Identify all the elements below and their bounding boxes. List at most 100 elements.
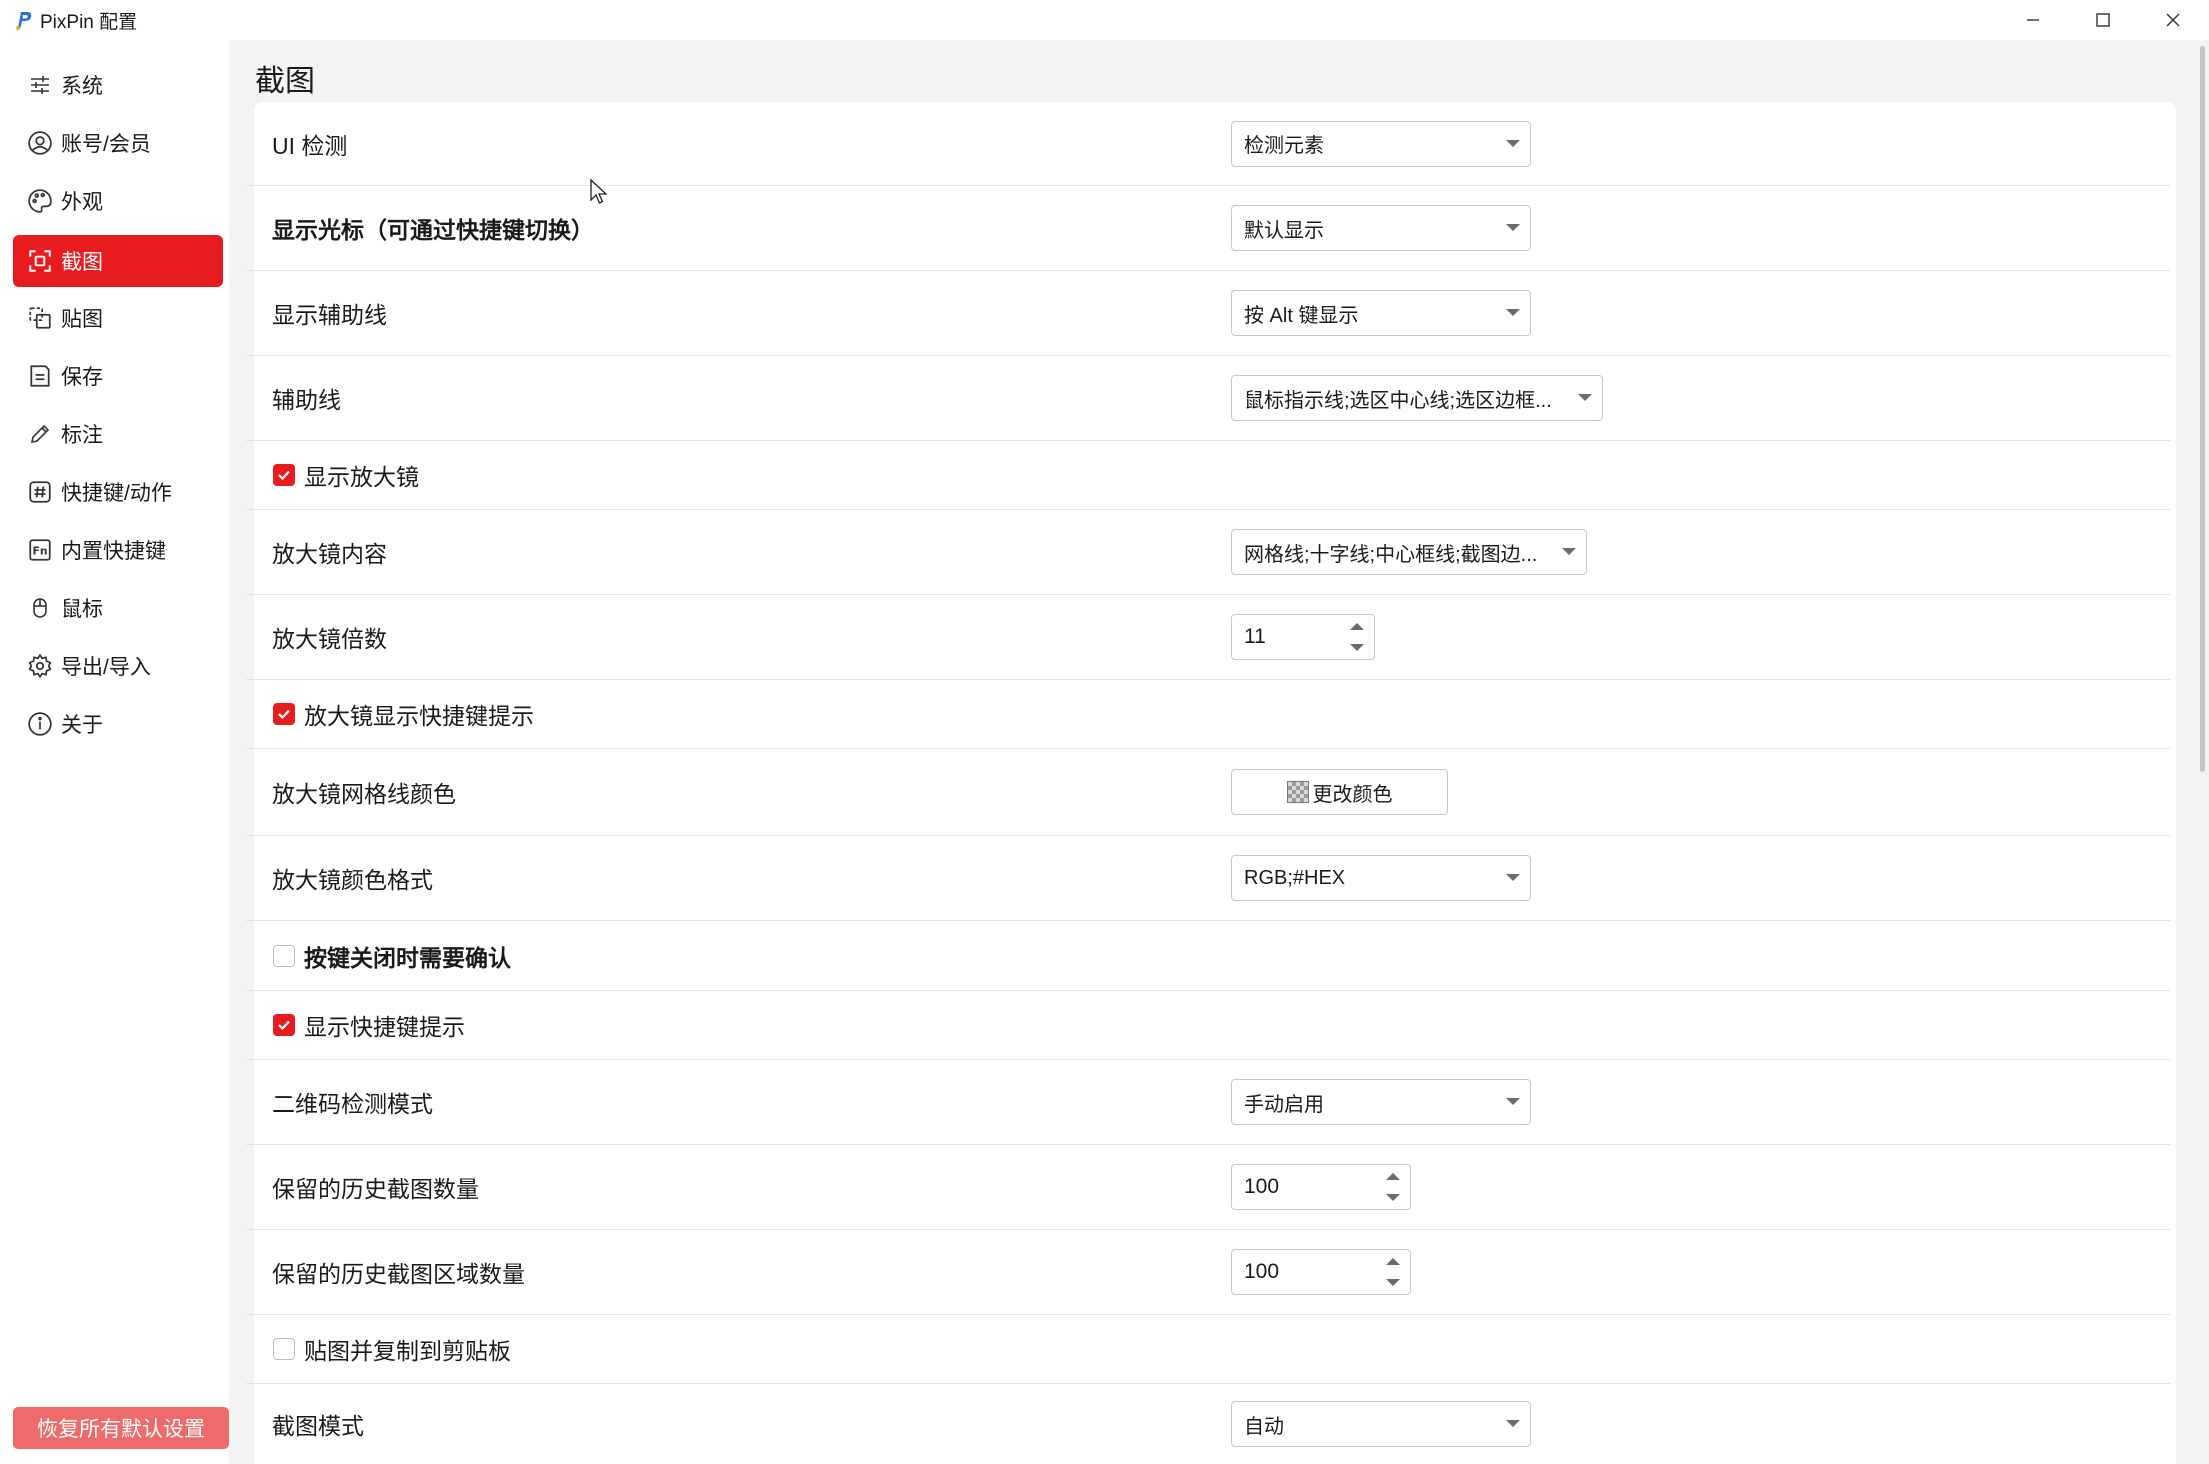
- magnifier-content-select[interactable]: 网格线;十字线;中心框线;截图边...: [1231, 529, 1587, 575]
- arrow-down-icon[interactable]: [1350, 644, 1364, 651]
- setting-row-magnifier-color-format: 放大镜颜色格式 RGB;#HEX: [246, 836, 2170, 921]
- setting-label: 贴图并复制到剪贴板: [304, 1338, 511, 1364]
- setting-row-history-region-count: 保留的历史截图区域数量 100: [246, 1230, 2170, 1315]
- chevron-down-icon: [1506, 1098, 1520, 1105]
- arrow-down-icon[interactable]: [1386, 1194, 1400, 1201]
- select-value: 检测元素: [1244, 135, 1324, 157]
- setting-label: 显示放大镜: [304, 464, 419, 490]
- sidebar-item-label: 内置快捷键: [61, 540, 166, 563]
- close-icon: [2166, 13, 2180, 27]
- scrollbar[interactable]: [2200, 46, 2205, 772]
- setting-label: 放大镜倍数: [272, 626, 387, 652]
- sidebar-item-label: 导出/导入: [61, 656, 151, 679]
- qr-detect-mode-select[interactable]: 手动启用: [1231, 1079, 1531, 1125]
- arrow-up-icon[interactable]: [1386, 1173, 1400, 1180]
- setting-label: 放大镜颜色格式: [272, 867, 433, 893]
- magnifier-color-format-select[interactable]: RGB;#HEX: [1231, 855, 1531, 901]
- hash-icon: [25, 477, 55, 507]
- save-icon: [25, 361, 55, 391]
- sidebar-item-screenshot[interactable]: 截图: [13, 235, 223, 287]
- guides-select[interactable]: 鼠标指示线;选区中心线;选区边框...: [1231, 375, 1603, 421]
- sidebar-item-save[interactable]: 保存: [13, 350, 223, 402]
- button-label: 更改颜色: [1312, 783, 1393, 806]
- sidebar-item-label: 贴图: [61, 308, 103, 331]
- arrow-up-icon[interactable]: [1350, 623, 1364, 630]
- pin-icon: [25, 303, 55, 333]
- setting-row-magnifier-zoom: 放大镜倍数 11: [246, 595, 2170, 680]
- setting-row-capture-mode: 截图模式 自动: [246, 1384, 2170, 1464]
- sidebar-item-label: 系统: [61, 75, 103, 98]
- gear-icon: [25, 651, 55, 681]
- sidebar-item-label: 保存: [61, 366, 103, 389]
- setting-label: 显示光标（可通过快捷键切换）: [272, 217, 594, 243]
- sidebar-item-export-import[interactable]: 导出/导入: [13, 640, 223, 692]
- magnifier-hotkey-hint-checkbox[interactable]: [273, 703, 295, 725]
- show-cursor-select[interactable]: 默认显示: [1231, 205, 1531, 251]
- pixpin-logo-icon: [16, 12, 32, 30]
- pin-copy-clipboard-checkbox[interactable]: [273, 1338, 295, 1360]
- arrow-up-icon[interactable]: [1386, 1258, 1400, 1265]
- history-region-count-spinbox[interactable]: 100: [1231, 1249, 1411, 1295]
- setting-label: 放大镜内容: [272, 541, 387, 567]
- minimize-button[interactable]: [1998, 0, 2068, 40]
- select-value: 手动启用: [1244, 1093, 1324, 1116]
- window-title: PixPin 配置: [40, 12, 138, 33]
- setting-row-show-hotkey-hint: 显示快捷键提示: [246, 991, 2170, 1060]
- chevron-down-icon: [1506, 874, 1520, 881]
- pen-icon: [25, 419, 55, 449]
- fn-key-icon: Fn: [25, 535, 55, 565]
- user-circle-icon: [25, 128, 55, 158]
- checkmark-icon: [278, 709, 290, 720]
- sidebar-item-label: 标注: [61, 424, 103, 447]
- sidebar-item-mouse[interactable]: 鼠标: [13, 582, 223, 634]
- mouse-icon: [25, 593, 55, 623]
- sidebar-item-label: 鼠标: [61, 598, 103, 621]
- sidebar-item-annotation[interactable]: 标注: [13, 408, 223, 460]
- chevron-down-icon: [1506, 224, 1520, 231]
- ui-detect-select[interactable]: 检测元素: [1231, 120, 1531, 167]
- sidebar-item-label: 外观: [61, 191, 103, 214]
- sidebar-item-hotkeys[interactable]: 快捷键/动作: [13, 466, 223, 518]
- sidebar-item-builtin-hotkeys[interactable]: Fn 内置快捷键: [13, 524, 223, 576]
- sidebar-item-account[interactable]: 账号/会员: [13, 117, 223, 169]
- sidebar-item-appearance[interactable]: 外观: [13, 175, 223, 227]
- sidebar-item-about[interactable]: 关于: [13, 698, 223, 750]
- show-hotkey-hint-checkbox[interactable]: [273, 1014, 295, 1036]
- setting-row-show-cursor: 显示光标（可通过快捷键切换） 默认显示: [246, 186, 2170, 271]
- setting-row-magnifier-grid-color: 放大镜网格线颜色 更改颜色: [246, 749, 2170, 836]
- setting-row-pin-copy-clipboard: 贴图并复制到剪贴板: [246, 1315, 2170, 1384]
- setting-label: 保留的历史截图区域数量: [272, 1261, 525, 1287]
- history-count-spinbox[interactable]: 100: [1231, 1164, 1411, 1210]
- confirm-close-key-checkbox[interactable]: [273, 944, 295, 967]
- change-color-button[interactable]: 更改颜色: [1231, 769, 1448, 815]
- setting-label: 辅助线: [272, 387, 341, 413]
- magnifier-zoom-spinbox[interactable]: 11: [1231, 614, 1375, 660]
- restore-defaults-button[interactable]: 恢复所有默认设置: [13, 1407, 229, 1449]
- sidebar-item-system[interactable]: 系统: [13, 59, 223, 111]
- page-title: 截图: [255, 65, 315, 98]
- capture-mode-select[interactable]: 自动: [1231, 1401, 1531, 1447]
- chevron-down-icon: [1562, 548, 1576, 555]
- close-button[interactable]: [2138, 0, 2208, 40]
- sidebar-item-label: 快捷键/动作: [61, 482, 172, 505]
- title-bar: PixPin 配置: [0, 0, 2209, 40]
- spinbox-value: 100: [1244, 1175, 1280, 1198]
- show-magnifier-checkbox[interactable]: [273, 464, 295, 486]
- select-value: RGB;#HEX: [1244, 866, 1346, 889]
- show-guides-select[interactable]: 按 Alt 键显示: [1231, 290, 1531, 336]
- screenshot-icon: [25, 246, 55, 276]
- info-icon: [25, 709, 55, 739]
- chevron-down-icon: [1578, 394, 1592, 401]
- maximize-button[interactable]: [2068, 0, 2138, 40]
- sidebar-item-pin[interactable]: 贴图: [13, 292, 223, 344]
- setting-label: UI 检测: [272, 132, 348, 159]
- setting-row-confirm-close-key: 按键关闭时需要确认: [246, 921, 2170, 991]
- setting-label: 截图模式: [272, 1413, 364, 1439]
- arrow-down-icon[interactable]: [1386, 1279, 1400, 1286]
- setting-row-magnifier-content: 放大镜内容 网格线;十字线;中心框线;截图边...: [246, 510, 2170, 595]
- select-value: 网格线;十字线;中心框线;截图边...: [1244, 543, 1538, 566]
- setting-row-history-count: 保留的历史截图数量 100: [246, 1145, 2170, 1230]
- select-value: 按 Alt 键显示: [1244, 304, 1359, 327]
- checkmark-icon: [278, 470, 290, 481]
- setting-label: 放大镜显示快捷键提示: [304, 703, 534, 729]
